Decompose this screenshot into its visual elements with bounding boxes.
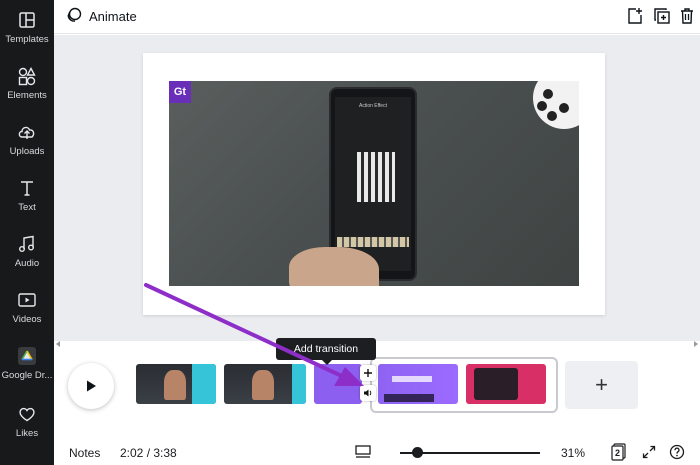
clip-volume-button[interactable]	[360, 385, 376, 401]
videos-icon	[17, 290, 37, 310]
sidebar-item-label: Videos	[12, 314, 42, 325]
sidebar-item-label: Google Dr...	[1, 370, 53, 381]
timeline-clip-3[interactable]	[314, 364, 362, 404]
page-count-button[interactable]: 2	[610, 443, 628, 461]
delete-icon[interactable]	[678, 7, 696, 25]
sidebar: Templates Elements Uploads Text Audio Vi…	[0, 0, 54, 465]
sidebar-item-label: Text	[18, 202, 36, 213]
sidebar-item-label: Templates	[5, 34, 49, 45]
uploads-icon	[17, 122, 37, 142]
editor-canvas: Gt Action Effect	[54, 35, 700, 341]
elements-icon	[17, 66, 37, 86]
zoom-slider[interactable]	[400, 447, 540, 458]
phone-artwork	[357, 152, 395, 202]
grid-view-icon[interactable]	[354, 443, 372, 461]
fullscreen-icon[interactable]	[640, 443, 658, 461]
add-clip-button[interactable]: +	[565, 361, 638, 409]
timeline: +	[54, 347, 700, 435]
decorative-ball	[533, 81, 579, 129]
play-icon	[87, 380, 96, 392]
add-page-icon[interactable]	[626, 7, 644, 25]
sidebar-item-likes[interactable]: Likes	[0, 394, 54, 450]
sidebar-item-videos[interactable]: Videos	[0, 280, 54, 336]
page-count: 2	[615, 448, 621, 458]
play-button[interactable]	[68, 363, 114, 409]
notes-button[interactable]: Notes	[69, 446, 100, 460]
canvas-horizontal-scrollbar[interactable]	[54, 336, 700, 347]
animate-button[interactable]: Animate	[66, 7, 137, 26]
bottom-bar: Notes 2:02 / 3:38 31% 2	[54, 437, 700, 465]
timeline-clip-1[interactable]	[136, 364, 216, 404]
help-icon[interactable]	[668, 443, 686, 461]
animate-icon	[66, 7, 82, 26]
sidebar-item-label: Uploads	[9, 146, 45, 157]
sidebar-item-elements[interactable]: Elements	[0, 56, 54, 112]
add-transition-tooltip: Add transition	[276, 338, 376, 365]
audio-icon	[17, 234, 37, 254]
timeline-clip-2[interactable]	[224, 364, 306, 404]
sidebar-item-label: Audio	[14, 258, 40, 269]
add-transition-icon	[364, 369, 372, 377]
timeline-clip-5[interactable]	[466, 364, 546, 404]
timeline-clip-4[interactable]	[378, 364, 458, 404]
text-icon	[17, 178, 37, 198]
phone-film-strip	[337, 237, 409, 247]
playback-time: 2:02 / 3:38	[120, 446, 177, 460]
sidebar-item-audio[interactable]: Audio	[0, 224, 54, 280]
phone-screen-title: Action Effect	[359, 103, 387, 109]
volume-icon	[364, 389, 372, 397]
gt-logo: Gt	[169, 81, 191, 103]
design-page[interactable]: Gt Action Effect	[143, 53, 605, 315]
sidebar-item-text[interactable]: Text	[0, 168, 54, 224]
hand-in-video	[289, 247, 379, 286]
duplicate-page-icon[interactable]	[653, 7, 671, 25]
zoom-level[interactable]: 31%	[561, 446, 585, 460]
animate-label: Animate	[89, 9, 137, 24]
add-transition-button[interactable]	[360, 365, 376, 381]
sidebar-item-uploads[interactable]: Uploads	[0, 112, 54, 168]
sidebar-item-label: Elements	[7, 90, 47, 101]
google-drive-icon	[17, 346, 37, 366]
video-element[interactable]: Gt Action Effect	[169, 81, 579, 286]
sidebar-item-templates[interactable]: Templates	[0, 0, 54, 56]
templates-icon	[17, 10, 37, 30]
sidebar-item-label: Likes	[15, 428, 39, 439]
top-toolbar: Animate	[54, 0, 700, 34]
heart-icon	[17, 404, 37, 424]
zoom-slider-knob[interactable]	[412, 447, 424, 458]
sidebar-item-google-drive[interactable]: Google Dr...	[0, 336, 54, 392]
